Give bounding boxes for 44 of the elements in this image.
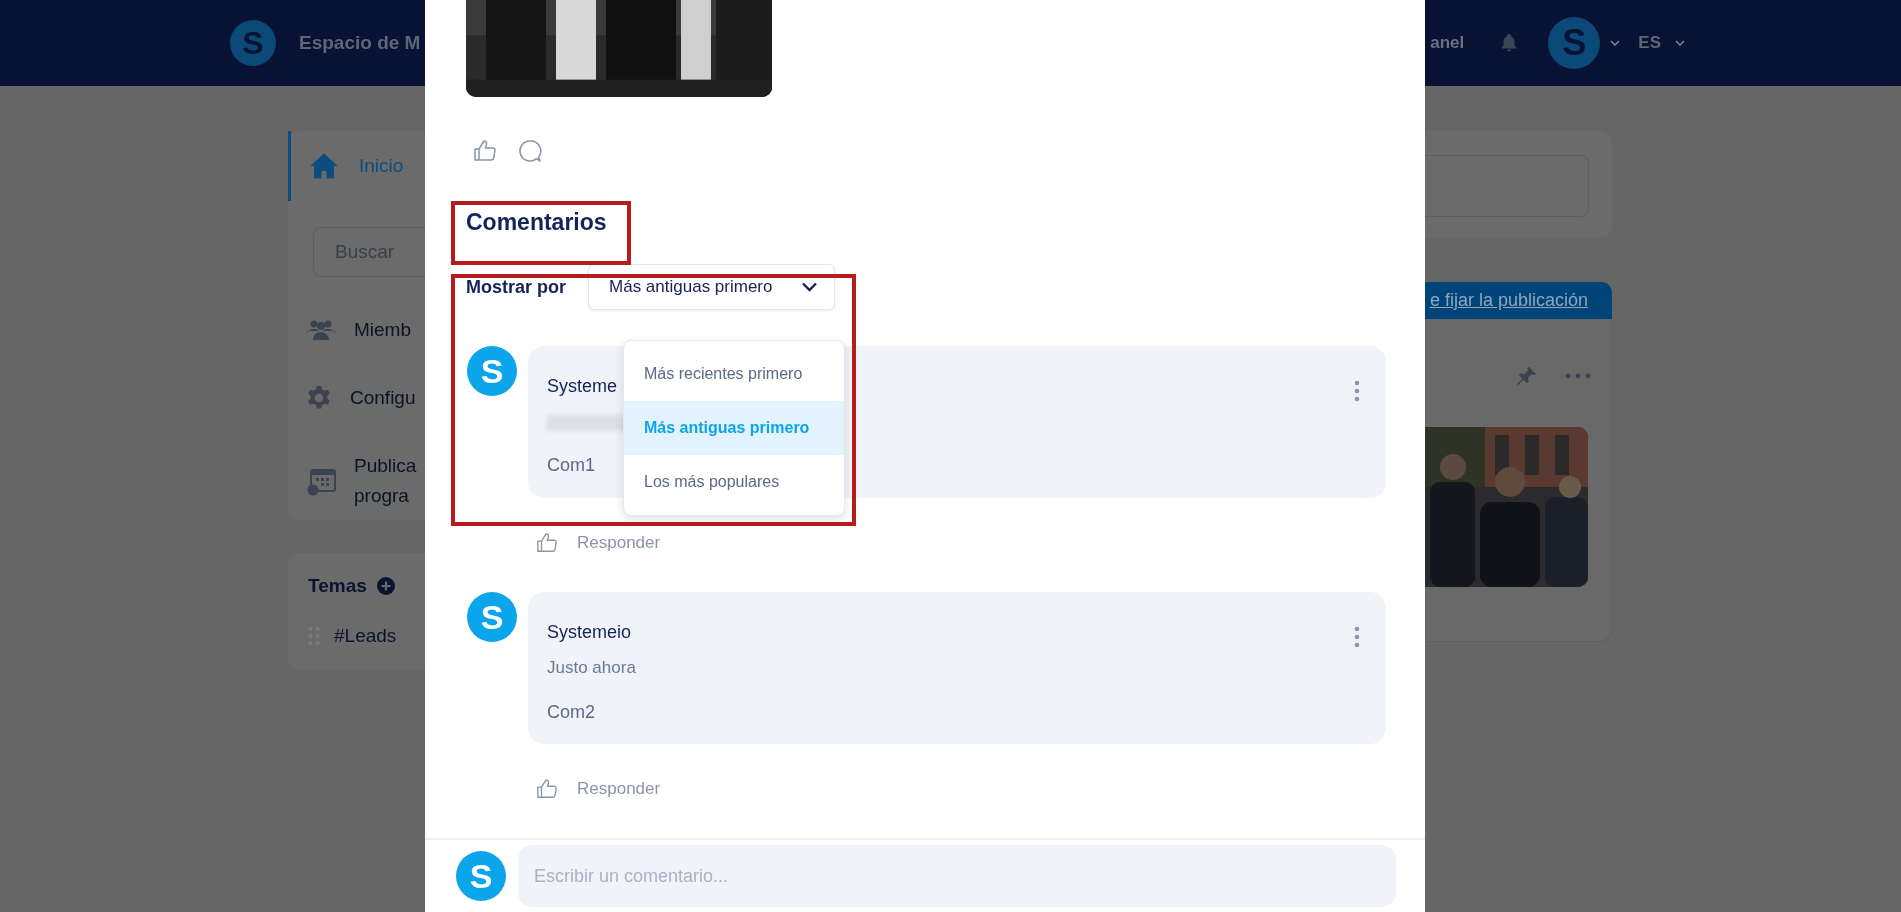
unpin-link[interactable]: e fijar la publicación [1429, 290, 1588, 311]
user-avatar: S [467, 346, 517, 397]
more-icon[interactable] [1354, 626, 1360, 649]
nav-item[interactable]: Publica progra [288, 451, 425, 511]
sort-label: Mostrar por [466, 276, 566, 298]
comment-icon[interactable] [518, 139, 542, 164]
logo[interactable]: S [230, 20, 276, 66]
user-avatar: S [456, 851, 506, 902]
space-title[interactable]: Espacio de M [299, 32, 421, 54]
like-icon[interactable] [536, 532, 558, 555]
pin-icon[interactable] [1516, 365, 1538, 387]
sort-option[interactable]: Más antiguas primero [624, 401, 844, 455]
comment-input[interactable]: Escribir un comentario... [518, 845, 1396, 908]
nav-item[interactable]: Configu [288, 383, 425, 413]
reply-link[interactable]: Responder [577, 533, 661, 554]
sort-dropdown[interactable]: Más antiguas primero [588, 264, 835, 311]
people-icon [306, 318, 336, 342]
chevron-down-icon [801, 282, 818, 293]
sort-option[interactable]: Los más populares [624, 455, 844, 509]
like-icon[interactable] [473, 139, 497, 164]
more-icon[interactable] [1354, 380, 1360, 403]
reply-link[interactable]: Responder [577, 779, 661, 800]
topics-heading: Temas [308, 575, 367, 597]
sort-option[interactable]: Más recientes primero [624, 347, 844, 401]
comments-heading: Comentarios [466, 208, 608, 238]
like-icon[interactable] [536, 778, 558, 801]
comment-text: Com1 [547, 455, 595, 477]
add-icon[interactable] [376, 577, 395, 595]
calendar-clock-icon [306, 466, 336, 496]
comment-author: Systemeio [547, 622, 632, 644]
more-icon[interactable] [1565, 373, 1591, 379]
comment-author: Systeme [547, 376, 618, 398]
home-icon [309, 152, 339, 180]
user-avatar[interactable]: S [1548, 17, 1601, 69]
gear-icon [306, 385, 332, 411]
comment-time: Justo ahora [547, 658, 636, 679]
language-selector[interactable]: ES [1638, 33, 1661, 53]
chevron-down-icon[interactable] [1610, 40, 1621, 46]
topic-item[interactable]: #Leads [308, 625, 425, 647]
comment-text: Com2 [547, 702, 595, 724]
chevron-down-icon[interactable] [1675, 40, 1685, 46]
user-avatar: S [467, 592, 517, 643]
panel-link[interactable]: anel [1430, 33, 1465, 53]
nav-item[interactable]: Miemb [288, 315, 425, 345]
